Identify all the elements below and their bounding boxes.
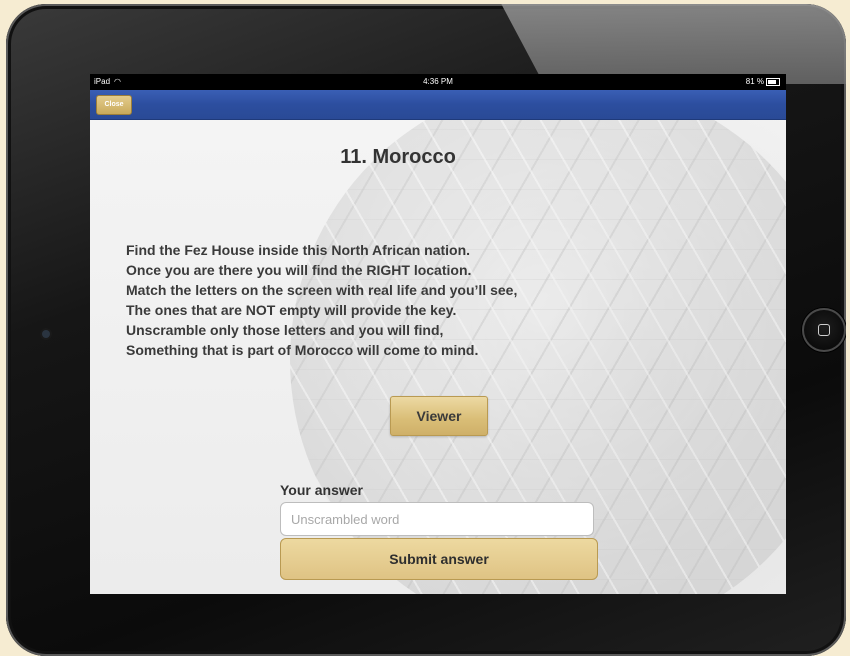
answer-label: Your answer xyxy=(280,482,363,498)
page-title: 11. Morocco xyxy=(340,146,456,168)
puzzle-content: 11. Morocco Find the Fez House inside th… xyxy=(90,120,786,594)
riddle-text: Find the Fez House inside this North Afr… xyxy=(126,240,646,360)
ipad-device-frame: iPad ◠ 4:36 PM 81 % Close 11. Morocco Fin… xyxy=(6,4,846,656)
battery-percent: 81 % xyxy=(745,77,764,86)
submit-answer-button[interactable]: Submit answer xyxy=(280,538,598,580)
status-bar: iPad ◠ 4:36 PM 81 % xyxy=(90,74,786,90)
home-square-icon xyxy=(818,324,830,336)
viewer-button[interactable]: Viewer xyxy=(390,396,488,436)
home-button[interactable] xyxy=(802,308,846,352)
app-screen: iPad ◠ 4:36 PM 81 % Close 11. Morocco Fin… xyxy=(90,74,786,594)
answer-input[interactable] xyxy=(280,502,594,536)
screen-glare xyxy=(496,4,846,84)
riddle-line: The ones that are NOT empty will provide… xyxy=(126,302,457,318)
riddle-line: Find the Fez House inside this North Afr… xyxy=(126,242,471,258)
riddle-line: Something that is part of Morocco will c… xyxy=(126,342,479,358)
battery-status: 81 % xyxy=(746,74,780,90)
battery-icon xyxy=(766,77,780,86)
riddle-line: Match the letters on the screen with rea… xyxy=(126,282,518,298)
close-button[interactable]: Close xyxy=(96,95,132,115)
riddle-line: Unscramble only those letters and you wi… xyxy=(126,322,444,338)
riddle-line: Once you are there you will find the RIG… xyxy=(126,262,472,278)
front-camera xyxy=(42,330,50,338)
navigation-bar: Close xyxy=(90,90,786,120)
status-time: 4:36 PM xyxy=(423,77,453,86)
